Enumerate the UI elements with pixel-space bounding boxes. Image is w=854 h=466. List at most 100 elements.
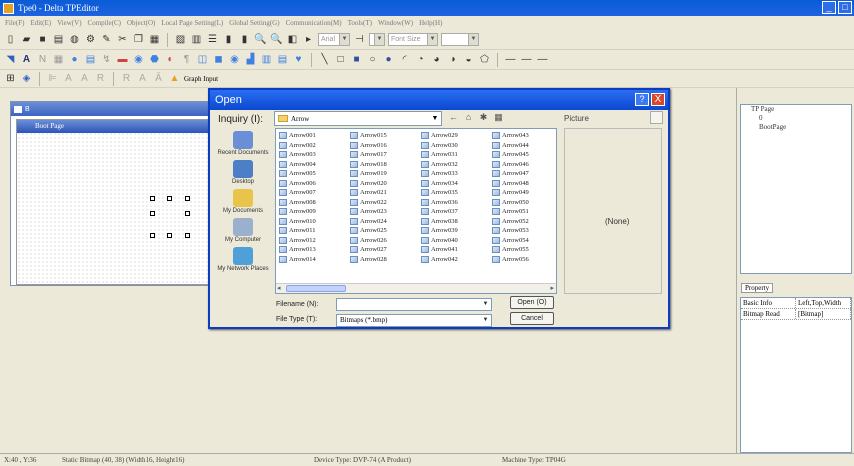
file-item[interactable]: Arrow034 xyxy=(421,179,479,189)
menu-item[interactable]: Object(O) xyxy=(124,19,158,27)
back-icon[interactable]: ← xyxy=(448,112,459,123)
handle-tr[interactable] xyxy=(185,196,190,201)
place-item[interactable]: Desktop xyxy=(213,160,273,185)
menu-item[interactable]: File(F) xyxy=(2,19,27,27)
print-icon[interactable]: ▤ xyxy=(52,33,65,46)
file-item[interactable]: Arrow033 xyxy=(421,169,479,179)
file-item[interactable]: Arrow014 xyxy=(279,255,337,265)
menu-item[interactable]: Help(H) xyxy=(416,19,445,27)
filetype-select[interactable]: Bitmaps (*.bmp) ▼ xyxy=(336,314,492,327)
size-icon[interactable]: A xyxy=(136,72,149,85)
menu-item[interactable]: Communication(M) xyxy=(283,19,345,27)
file-item[interactable]: Arrow013 xyxy=(279,245,337,255)
tree-item-page0[interactable]: 0 xyxy=(741,114,851,123)
preview-toggle-icon[interactable] xyxy=(650,111,663,124)
slider-icon[interactable]: ⊣ xyxy=(353,33,366,46)
file-item[interactable]: Arrow029 xyxy=(421,131,479,141)
minimize-button[interactable]: _ xyxy=(822,1,836,14)
file-list[interactable]: Arrow001 Arrow002 Arrow003 Arrow004 Arrow005… xyxy=(275,128,557,294)
list-icon[interactable]: ☰ xyxy=(206,33,219,46)
arc-icon[interactable]: ◜ xyxy=(398,53,411,66)
chevron-down-icon[interactable]: ▼ xyxy=(480,299,491,310)
handle-ml[interactable] xyxy=(150,211,155,216)
file-item[interactable]: Arrow017 xyxy=(350,150,408,160)
align-center-icon[interactable]: A xyxy=(62,72,75,85)
order-icon[interactable]: Ā xyxy=(152,72,165,85)
file-item[interactable]: Arrow035 xyxy=(421,188,479,198)
maximize-button[interactable]: □ xyxy=(838,1,852,14)
file-item[interactable]: Arrow038 xyxy=(421,217,479,227)
table-icon[interactable]: ▤ xyxy=(276,53,289,66)
meter-icon[interactable]: ◉ xyxy=(132,53,145,66)
line-style-solid-icon[interactable]: — xyxy=(504,53,517,66)
gauge-icon[interactable]: ↯ xyxy=(100,53,113,66)
property-grid[interactable]: Basic Info Left,Top,Width Bitmap Read [B… xyxy=(740,297,852,453)
place-item[interactable]: Recent Documents xyxy=(213,131,273,156)
alarm-icon[interactable]: ◉ xyxy=(228,53,241,66)
file-item[interactable]: Arrow028 xyxy=(350,255,408,265)
align-top-icon[interactable]: R xyxy=(94,72,107,85)
file-item[interactable]: Arrow021 xyxy=(350,188,408,198)
bar-icon[interactable]: ▮ xyxy=(238,33,251,46)
file-item[interactable]: Arrow018 xyxy=(350,160,408,170)
place-item[interactable]: My Documents xyxy=(213,189,273,214)
input-icon[interactable]: ◫ xyxy=(196,53,209,66)
chart-icon[interactable]: ▮ xyxy=(222,33,235,46)
scroll-right-icon[interactable]: ▸ xyxy=(550,284,554,292)
file-item[interactable]: Arrow042 xyxy=(421,255,479,265)
trend-icon[interactable]: ▟ xyxy=(244,53,257,66)
file-item[interactable]: Arrow004 xyxy=(279,160,337,170)
file-item[interactable]: Arrow039 xyxy=(421,226,479,236)
file-item[interactable]: Arrow052 xyxy=(492,217,550,227)
sector-icon[interactable]: ◔ xyxy=(414,53,427,66)
save-icon[interactable]: ■ xyxy=(36,33,49,46)
copy-icon[interactable]: ❐ xyxy=(132,33,145,46)
file-item[interactable]: Arrow019 xyxy=(350,169,408,179)
menu-item[interactable]: Tools(T) xyxy=(345,19,375,27)
cancel-button[interactable]: Cancel xyxy=(510,312,554,325)
file-item[interactable]: Arrow030 xyxy=(421,141,479,151)
handle-br[interactable] xyxy=(185,233,190,238)
file-item[interactable]: Arrow045 xyxy=(492,150,550,160)
menu-item[interactable]: Local Page Setting(L) xyxy=(158,19,226,27)
pointer-icon[interactable]: ◥ xyxy=(4,53,17,66)
tree-item-root[interactable]: TP Page xyxy=(741,105,851,114)
menu-item[interactable]: Compile(C) xyxy=(85,19,124,27)
chevron-down-icon[interactable]: ▼ xyxy=(480,315,491,326)
file-item[interactable]: Arrow005 xyxy=(279,169,337,179)
file-item[interactable]: Arrow008 xyxy=(279,198,337,208)
file-item[interactable]: Arrow007 xyxy=(279,188,337,198)
xy-chart-icon[interactable]: ▥ xyxy=(260,53,273,66)
line-style-dash-icon[interactable]: — xyxy=(520,53,533,66)
text-icon[interactable]: A xyxy=(20,53,33,66)
file-item[interactable]: Arrow027 xyxy=(350,245,408,255)
zoom-in-icon[interactable]: 🔍 xyxy=(254,33,267,46)
file-item[interactable]: Arrow049 xyxy=(492,188,550,198)
scroll-left-icon[interactable]: ◂ xyxy=(277,284,281,292)
align-icon[interactable]: ◧ xyxy=(286,33,299,46)
bar-graph-icon[interactable]: ▬ xyxy=(116,53,129,66)
file-item[interactable]: Arrow010 xyxy=(279,217,337,227)
help-button[interactable]: ? xyxy=(635,93,649,106)
line-icon[interactable]: ╲ xyxy=(318,53,331,66)
polygon-icon[interactable]: ⬠ xyxy=(478,53,491,66)
file-item[interactable]: Arrow055 xyxy=(492,245,550,255)
file-item[interactable]: Arrow051 xyxy=(492,207,550,217)
place-item[interactable]: My Computer xyxy=(213,218,273,243)
file-item[interactable]: Arrow048 xyxy=(492,179,550,189)
file-item[interactable]: Arrow046 xyxy=(492,160,550,170)
tree-item-bootpage[interactable]: BootPage xyxy=(741,123,851,132)
file-item[interactable]: Arrow044 xyxy=(492,141,550,151)
page-icon[interactable]: ▧ xyxy=(174,33,187,46)
close-button[interactable]: X xyxy=(651,93,665,106)
pencil-icon[interactable]: ✎ xyxy=(100,33,113,46)
file-item[interactable]: Arrow053 xyxy=(492,226,550,236)
file-item[interactable]: Arrow041 xyxy=(421,245,479,255)
selection-handles[interactable] xyxy=(150,196,190,238)
gear-icon[interactable]: ⚙ xyxy=(84,33,97,46)
align-right-icon[interactable]: A xyxy=(78,72,91,85)
value-combo[interactable]: ▼ xyxy=(441,33,479,46)
arrange-icon[interactable]: ◈ xyxy=(20,72,33,85)
file-item[interactable]: Arrow037 xyxy=(421,207,479,217)
handle-tl[interactable] xyxy=(150,196,155,201)
